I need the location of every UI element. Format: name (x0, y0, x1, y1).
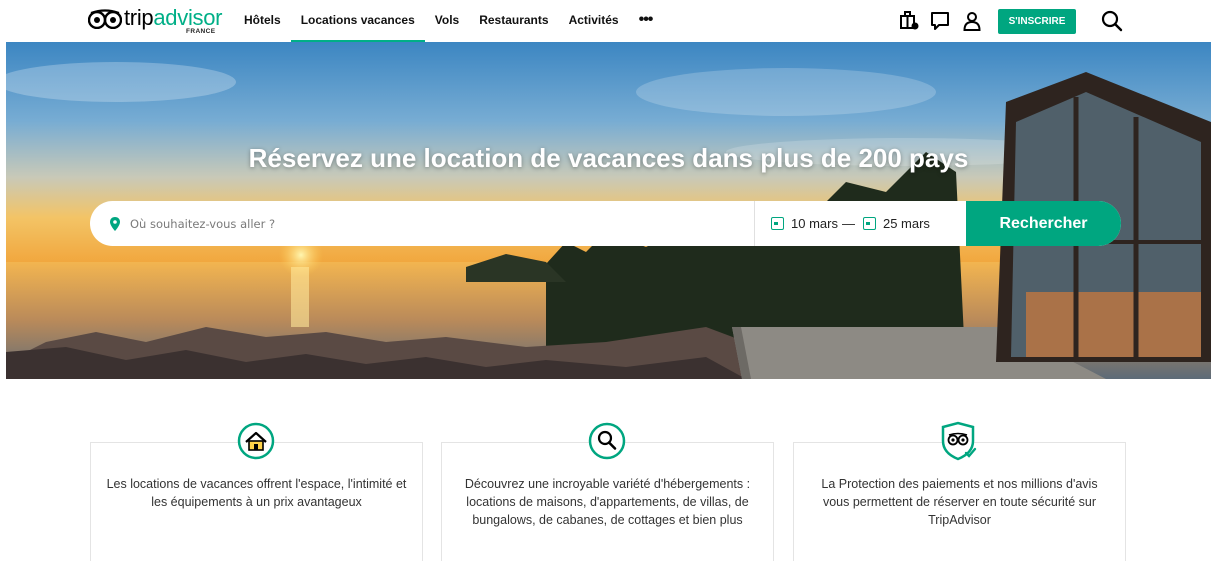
house-icon (237, 422, 275, 460)
search-icon[interactable] (1100, 9, 1124, 33)
magnifier-icon (588, 422, 626, 460)
logo-country: FRANCE (186, 28, 216, 35)
main-nav: Hôtels Locations vacances Vols Restauran… (234, 0, 662, 42)
trips-icon[interactable] (898, 10, 920, 32)
search-bar: 10 mars — 25 mars Rechercher (90, 201, 1121, 246)
profile-icon[interactable] (961, 10, 983, 32)
nav-more-button[interactable]: ••• (629, 0, 663, 42)
owl-logo-icon (88, 9, 122, 29)
destination-input[interactable] (130, 216, 690, 231)
calendar-icon (771, 217, 784, 230)
nav-flights[interactable]: Vols (425, 0, 469, 42)
feature-text: Découvrez une incroyable variété d'héber… (464, 477, 751, 527)
hero-banner: Réservez une location de vacances dans p… (6, 42, 1211, 379)
destination-field[interactable] (90, 201, 754, 246)
search-button[interactable]: Rechercher (966, 201, 1121, 246)
date-separator: — (841, 216, 855, 231)
signup-button[interactable]: S'INSCRIRE (998, 9, 1076, 34)
review-icon[interactable] (929, 10, 951, 32)
check-out-date[interactable]: 25 mars (883, 216, 930, 231)
feature-text: La Protection des paiements et nos milli… (821, 477, 1098, 527)
feature-text: Les locations de vacances offrent l'espa… (106, 477, 407, 509)
hero-title: Réservez une location de vacances dans p… (248, 143, 969, 173)
calendar-icon (862, 217, 876, 230)
check-in-date[interactable]: 10 mars (791, 216, 838, 231)
shield-owl-icon (941, 421, 977, 461)
date-range-picker[interactable]: 10 mars — 25 mars (754, 201, 966, 246)
location-pin-icon (110, 216, 120, 231)
top-header: tripadvisor FRANCE Hôtels Locations vaca… (0, 0, 1211, 42)
nav-hotels[interactable]: Hôtels (234, 0, 291, 42)
tripadvisor-logo[interactable]: tripadvisor FRANCE (88, 5, 223, 35)
nav-restaurants[interactable]: Restaurants (469, 0, 558, 42)
logo-text: tripadvisor (124, 5, 223, 30)
nav-activities[interactable]: Activités (559, 0, 629, 42)
nav-vacation-rentals[interactable]: Locations vacances (290, 0, 425, 42)
